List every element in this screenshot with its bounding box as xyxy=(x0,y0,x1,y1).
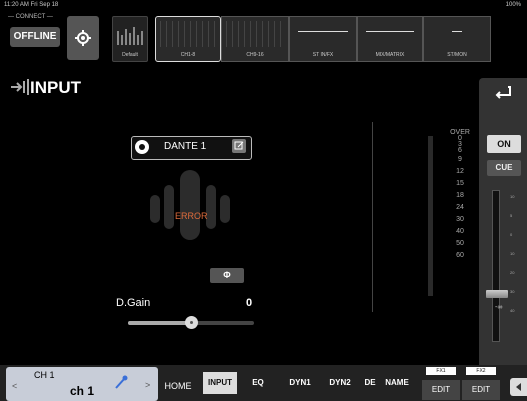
connect-label: — CONNECT — xyxy=(8,14,53,20)
back-arrow-icon xyxy=(495,86,511,99)
fader-value: -∞ xyxy=(495,304,503,311)
fx1-label: FX1 xyxy=(426,367,456,375)
tab-input[interactable]: INPUT xyxy=(203,372,237,394)
meter-group-label: CH9-16 xyxy=(246,52,264,58)
mic-icon xyxy=(115,375,128,389)
fx1-edit-button[interactable]: EDIT xyxy=(422,380,460,400)
input-arrow-icon xyxy=(11,79,29,95)
prev-channel-button[interactable]: < xyxy=(12,381,17,391)
home-button[interactable]: HOME xyxy=(162,376,194,396)
dgain-label: D.Gain xyxy=(116,297,151,309)
meter-scale: OVER 0 3 6 9 12 15 18 24 30 40 50 60 xyxy=(450,129,470,259)
dante-label: DANTE 1 xyxy=(164,141,207,152)
phase-button[interactable]: Φ xyxy=(210,268,244,283)
cue-button[interactable]: CUE xyxy=(487,160,521,176)
meter-group-mix-matrix[interactable]: MIX/MATRIX xyxy=(357,16,423,62)
page-title: INPUT xyxy=(30,78,81,97)
next-channel-button[interactable]: > xyxy=(145,380,150,390)
play-icon xyxy=(516,383,521,391)
fx2-edit-button[interactable]: EDIT xyxy=(462,380,500,400)
channel-number: CH 1 xyxy=(34,370,55,380)
scene-label: Default xyxy=(122,52,138,58)
dante-icon xyxy=(135,140,149,154)
fx2-label: FX2 xyxy=(466,367,496,375)
meter-group-ch9-16[interactable]: CH9-16 xyxy=(221,16,289,62)
fader-knob[interactable] xyxy=(486,290,508,298)
fader-track[interactable] xyxy=(492,190,500,342)
meter-group-ch1-8[interactable]: CH1-8 xyxy=(155,16,221,62)
meter-group-label: ST IN/FX xyxy=(312,52,334,58)
edit-icon[interactable] xyxy=(232,139,246,153)
dgain-value: 0 xyxy=(246,297,253,309)
input-level-meter xyxy=(428,136,433,296)
meter-group-label: MIX/MATRIX xyxy=(375,52,405,58)
status-bar: 11:20 AM Fri Sep 18 100% xyxy=(0,0,527,12)
settings-button[interactable] xyxy=(67,16,99,60)
tab-eq[interactable]: EQ xyxy=(245,372,271,394)
scene-meter-icon xyxy=(117,27,143,45)
meter-group-label: ST/MON xyxy=(447,52,467,58)
waveform-icon xyxy=(150,170,230,240)
battery-indicator: 100% xyxy=(505,2,521,8)
tab-de[interactable]: DE xyxy=(362,372,378,394)
gear-icon xyxy=(75,30,91,46)
error-status: ERROR xyxy=(175,211,208,221)
tab-dyn1[interactable]: DYN1 xyxy=(283,372,317,394)
offline-button[interactable]: OFFLINE xyxy=(10,27,60,47)
scene-button[interactable]: Default xyxy=(112,16,148,62)
divider xyxy=(372,122,373,312)
meter-group-stin-fx[interactable]: ST IN/FX xyxy=(289,16,357,62)
expand-panel-button[interactable] xyxy=(510,378,527,396)
meter-group-label: CH1-8 xyxy=(180,52,196,58)
tab-name[interactable]: NAME xyxy=(381,372,413,394)
meter-group-st-mon[interactable]: ST/MON xyxy=(423,16,491,62)
dgain-slider-fill xyxy=(128,321,192,325)
fader-scale: 10 5 0 10 20 30 40 xyxy=(510,194,515,313)
dgain-slider-knob[interactable] xyxy=(185,316,198,329)
status-time: 11:20 AM Fri Sep 18 xyxy=(4,2,59,8)
on-button[interactable]: ON xyxy=(487,135,521,153)
channel-name: ch 1 xyxy=(70,384,95,398)
tab-dyn2[interactable]: DYN2 xyxy=(323,372,357,394)
